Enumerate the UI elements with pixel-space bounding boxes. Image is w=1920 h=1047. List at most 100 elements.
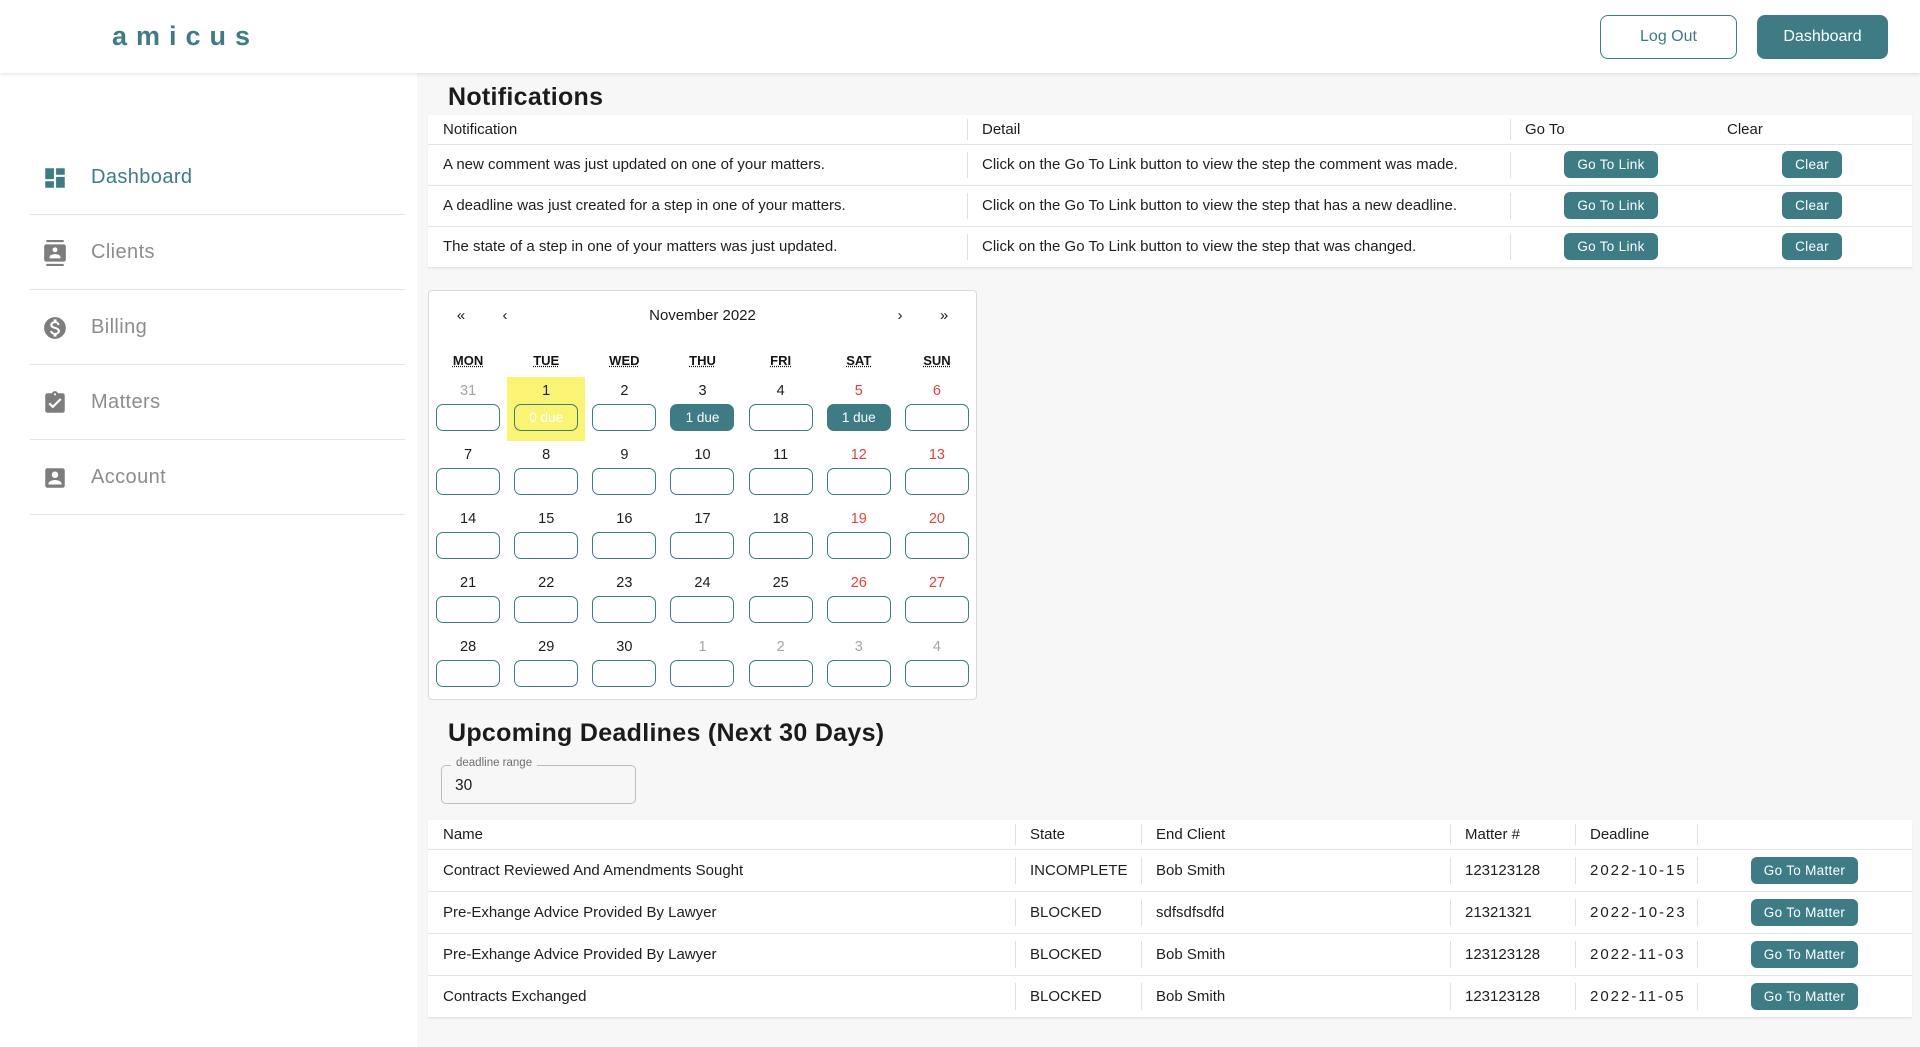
calendar-day-tile[interactable]: 2 <box>585 377 663 441</box>
calendar-day-tile[interactable]: 19 <box>820 505 898 569</box>
go-to-link-button[interactable]: Go To Link <box>1564 192 1657 219</box>
day-slot <box>436 468 500 495</box>
deadline-range-input[interactable] <box>441 765 636 804</box>
day-slot <box>827 468 891 495</box>
notifications-title: Notifications <box>448 83 603 112</box>
day-number: 24 <box>694 575 710 592</box>
go-to-link-button[interactable]: Go To Link <box>1564 151 1657 178</box>
day-number: 2 <box>620 383 628 400</box>
deadline-date: 2022-11-03 <box>1575 933 1697 975</box>
sidebar-item-account[interactable]: Account <box>0 440 417 515</box>
day-slot <box>514 660 578 687</box>
dashboard-button[interactable]: Dashboard <box>1757 15 1888 59</box>
calendar-day-tile[interactable]: 4 <box>898 633 976 697</box>
clear-button[interactable]: Clear <box>1782 233 1842 260</box>
dollar-circle-icon <box>42 315 68 341</box>
go-to-matter-button[interactable]: Go To Matter <box>1751 941 1858 968</box>
calendar-month-label: November 2022 <box>527 307 878 324</box>
calendar-day-tile[interactable]: 6 <box>898 377 976 441</box>
due-count-badge[interactable]: 0 due <box>514 404 578 431</box>
calendar-day-tile[interactable]: 11 <box>742 441 820 505</box>
calendar-day-tile[interactable]: 2 <box>742 633 820 697</box>
day-number: 18 <box>773 511 789 528</box>
calendar-day-tile[interactable]: 31 due <box>663 377 741 441</box>
calendar-next-year-button[interactable]: » <box>922 307 966 324</box>
day-slot <box>905 404 969 431</box>
calendar-day-tile-today[interactable]: 10 due <box>507 377 585 441</box>
day-number: 15 <box>538 511 554 528</box>
calendar-day-tile[interactable]: 31 <box>429 377 507 441</box>
day-slot <box>436 660 500 687</box>
calendar-day-tile[interactable]: 24 <box>663 569 741 633</box>
clipboard-check-icon <box>42 390 68 416</box>
notification-detail: Click on the Go To Link button to view t… <box>967 144 1510 185</box>
calendar-day-tile[interactable]: 13 <box>898 441 976 505</box>
day-number: 8 <box>542 447 550 464</box>
go-to-matter-button[interactable]: Go To Matter <box>1751 983 1858 1010</box>
weekday-label: TUE <box>507 353 585 368</box>
due-count-badge[interactable]: 1 due <box>670 404 734 431</box>
notification-row: The state of a step in one of your matte… <box>428 226 1912 267</box>
deadline-range-field: deadline range <box>441 765 636 804</box>
sidebar-item-billing[interactable]: Billing <box>0 290 417 365</box>
calendar-nav: « ‹ November 2022 › » <box>429 293 976 337</box>
weekday-label: MON <box>429 353 507 368</box>
day-number: 21 <box>460 575 476 592</box>
clear-button[interactable]: Clear <box>1782 151 1842 178</box>
day-number: 23 <box>616 575 632 592</box>
calendar-day-tile[interactable]: 4 <box>742 377 820 441</box>
calendar-day-tile[interactable]: 25 <box>742 569 820 633</box>
calendar-prev-year-button[interactable]: « <box>439 307 483 324</box>
topbar-actions: Log Out Dashboard <box>1600 15 1888 59</box>
calendar-day-tile[interactable]: 26 <box>820 569 898 633</box>
calendar-day-tile[interactable]: 12 <box>820 441 898 505</box>
calendar-day-tile[interactable]: 10 <box>663 441 741 505</box>
calendar-day-tile[interactable]: 1 <box>663 633 741 697</box>
go-to-matter-button[interactable]: Go To Matter <box>1751 899 1858 926</box>
calendar-day-tile[interactable]: 28 <box>429 633 507 697</box>
calendar-prev-month-button[interactable]: ‹ <box>483 307 527 324</box>
deadline-matter-number: 123123128 <box>1450 933 1575 975</box>
calendar-day-tile[interactable]: 15 <box>507 505 585 569</box>
calendar-weekday-header: MON TUE WED THU FRI SAT SUN <box>429 353 976 368</box>
calendar-day-tile[interactable]: 16 <box>585 505 663 569</box>
weekday-label: SUN <box>898 353 976 368</box>
deadlines-table: Name State End Client Matter # Deadline … <box>428 820 1912 1018</box>
go-to-link-button[interactable]: Go To Link <box>1564 233 1657 260</box>
calendar-day-tile[interactable]: 21 <box>429 569 507 633</box>
calendar-day-tile[interactable]: 20 <box>898 505 976 569</box>
calendar-day-tile[interactable]: 17 <box>663 505 741 569</box>
day-slot <box>592 596 656 623</box>
notifications-header-row: Notification Detail Go To Clear <box>428 115 1912 144</box>
calendar-day-tile[interactable]: 7 <box>429 441 507 505</box>
go-to-matter-button[interactable]: Go To Matter <box>1751 857 1858 884</box>
calendar-next-month-button[interactable]: › <box>878 307 922 324</box>
day-number: 12 <box>851 447 867 464</box>
calendar-day-tile[interactable]: 51 due <box>820 377 898 441</box>
sidebar-item-dashboard[interactable]: Dashboard <box>0 140 417 215</box>
deadline-row: Pre-Exhange Advice Provided By Lawyer BL… <box>428 891 1912 933</box>
day-number: 26 <box>851 575 867 592</box>
calendar-day-tile[interactable]: 3 <box>820 633 898 697</box>
day-number: 9 <box>620 447 628 464</box>
weekday-label: WED <box>585 353 663 368</box>
calendar-day-tile[interactable]: 29 <box>507 633 585 697</box>
deadline-matter-number: 123123128 <box>1450 849 1575 891</box>
log-out-button[interactable]: Log Out <box>1600 15 1737 59</box>
calendar-day-tile[interactable]: 8 <box>507 441 585 505</box>
day-slot <box>670 596 734 623</box>
due-count-badge[interactable]: 1 due <box>827 404 891 431</box>
clear-button[interactable]: Clear <box>1782 192 1842 219</box>
calendar-day-tile[interactable]: 23 <box>585 569 663 633</box>
calendar-day-tile[interactable]: 22 <box>507 569 585 633</box>
calendar-day-tile[interactable]: 18 <box>742 505 820 569</box>
sidebar-item-matters[interactable]: Matters <box>0 365 417 440</box>
calendar-day-tile[interactable]: 9 <box>585 441 663 505</box>
deadline-name: Contracts Exchanged <box>428 975 1015 1017</box>
day-slot <box>749 596 813 623</box>
sidebar-item-clients[interactable]: Clients <box>0 215 417 290</box>
calendar-day-tile[interactable]: 27 <box>898 569 976 633</box>
calendar-day-tile[interactable]: 30 <box>585 633 663 697</box>
day-number: 29 <box>538 639 554 656</box>
calendar-day-tile[interactable]: 14 <box>429 505 507 569</box>
